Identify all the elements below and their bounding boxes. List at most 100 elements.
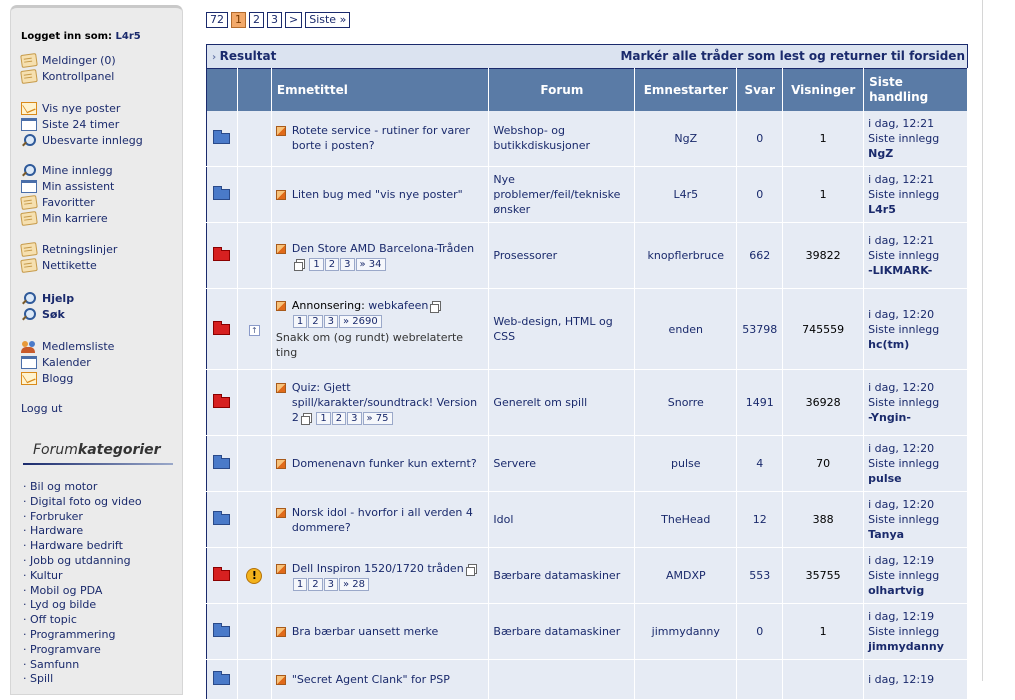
mark-all-read-link[interactable]: Markér alle tråder som lest og returner … [620,49,965,63]
last-post-link[interactable]: Siste innlegg [868,456,963,471]
last-post-link[interactable]: Siste innlegg [868,248,963,263]
last-poster-link[interactable]: pulse [868,471,963,486]
sidebar-link[interactable]: Medlemsliste [21,339,114,354]
col-views-header[interactable]: Visninger [782,68,865,111]
thread-page-link[interactable]: 1 [309,257,324,271]
replies-link[interactable]: 0 [756,625,763,638]
forum-link[interactable]: Bærbare datamaskiner [493,569,620,582]
thread-page-link[interactable]: 1 [292,577,308,591]
starter-link[interactable]: AMDXP [666,569,706,582]
thread-page-link[interactable]: 3 [340,257,355,271]
last-post-link[interactable]: Siste innlegg [868,624,963,639]
category-link[interactable]: Digital foto og video [23,495,142,509]
last-post-link[interactable]: Siste innlegg [868,395,963,410]
starter-link[interactable]: Snorre [668,396,704,409]
sidebar-link[interactable]: Kalender [21,355,91,370]
sidebar-link[interactable]: Meldinger (0) [20,52,116,69]
forum-link[interactable]: Webshop- og butikkdiskusjoner [493,124,590,152]
last-post-link[interactable]: Siste innlegg [868,512,963,527]
forum-link[interactable]: Nye problemer/feil/tekniske ønsker [493,173,620,216]
col-forum-header[interactable]: Forum [488,68,636,111]
replies-link[interactable]: 0 [756,188,763,201]
thread-page-link[interactable]: 1 [316,412,331,425]
last-post-link[interactable]: Siste innlegg [868,187,963,202]
sidebar-link[interactable]: Ubesvarte innlegg [21,133,143,148]
replies-link[interactable]: 0 [756,132,763,145]
category-link[interactable]: Hardware bedrift [23,539,123,553]
category-link[interactable]: Bil og motor [23,480,97,494]
thread-page-link[interactable]: 2 [308,315,323,328]
last-post-link[interactable]: Siste innlegg [868,322,963,337]
username-link[interactable]: L4r5 [115,31,140,42]
sidebar-link[interactable]: Min karriere [20,210,108,227]
next-page-button[interactable]: > [285,12,303,28]
last-poster-link[interactable]: -Yngin- [868,410,963,425]
thread-page-link[interactable]: 3 [323,315,338,328]
category-link[interactable]: Mobil og PDA [23,584,102,598]
col-replies-header[interactable]: Svar [736,68,784,111]
sidebar-link[interactable]: Favoritter [20,194,95,211]
sidebar-link[interactable]: Vis nye poster [21,101,120,116]
thread-title-link[interactable]: Norsk idol - hvorfor i all verden 4 domm… [292,506,473,534]
forum-link[interactable]: Prosessorer [493,249,557,262]
thread-page-link[interactable]: 2 [324,257,340,271]
last-post-link[interactable]: Siste innlegg [868,131,963,146]
last-poster-link[interactable]: NgZ [868,146,963,161]
category-link[interactable]: Hardware [23,524,83,538]
thread-page-link[interactable]: 1 [292,315,308,328]
col-starter-header[interactable]: Emnestarter [634,68,738,111]
logout-link[interactable]: Logg ut [21,401,62,416]
category-link[interactable]: Jobb og utdanning [23,554,131,568]
starter-link[interactable]: knopflerbruce [647,249,724,262]
replies-link[interactable]: 53798 [742,323,777,336]
starter-link[interactable]: enden [669,323,703,336]
sidebar-link[interactable]: Nettikette [20,257,97,274]
forum-link[interactable]: Servere [493,457,536,470]
category-link[interactable]: Lyd og bilde [23,598,96,612]
replies-link[interactable]: 12 [753,513,767,526]
category-link[interactable]: Samfunn [23,658,79,672]
thread-title-link[interactable]: Bra bærbar uansett merke [292,625,438,638]
sidebar-link[interactable]: Siste 24 timer [21,117,119,132]
page-link[interactable]: 3 [267,12,282,28]
starter-link[interactable]: L4r5 [673,188,698,201]
replies-link[interactable]: 1491 [746,396,774,409]
forum-link[interactable]: Web-design, HTML og CSS [493,315,612,343]
starter-link[interactable]: pulse [671,457,701,470]
col-last-header[interactable]: Siste handling [863,68,968,111]
thread-last-page-link[interactable]: » 75 [362,412,393,425]
thread-last-page-link[interactable]: » 28 [339,577,370,591]
thread-title-link[interactable]: Dell Inspiron 1520/1720 tråden [292,562,464,575]
thread-title-link[interactable]: Liten bug med "vis nye poster" [292,188,463,201]
forum-link[interactable]: Generelt om spill [493,396,587,409]
sidebar-link[interactable]: Kontrollpanel [20,68,114,85]
last-poster-link[interactable]: Tanya [868,527,963,542]
last-poster-link[interactable]: -LIKMARK- [868,263,963,278]
thread-title-link[interactable]: Domenenavn funker kun externt? [292,457,477,470]
forum-link[interactable]: Bærbare datamaskiner [493,625,620,638]
thread-page-link[interactable]: 2 [331,412,347,425]
thread-last-page-link[interactable]: » 2690 [339,315,382,328]
starter-link[interactable]: NgZ [674,132,697,145]
replies-link[interactable]: 4 [756,457,763,470]
col-title-header[interactable]: Emnetittel [271,68,490,111]
category-link[interactable]: Kultur [23,569,63,583]
replies-link[interactable]: 662 [749,249,770,262]
sidebar-link[interactable]: Blogg [21,371,73,386]
last-poster-link[interactable]: L4r5 [868,202,963,217]
category-link[interactable]: Off topic [23,613,77,627]
category-link[interactable]: Forbruker [23,510,83,524]
thread-page-link[interactable]: 3 [347,412,362,425]
thread-page-link[interactable]: 2 [308,577,323,591]
category-link[interactable]: Programvare [23,643,101,657]
thread-title-link[interactable]: "Secret Agent Clank" for PSP [292,673,450,686]
sidebar-link[interactable]: Retningslinjer [20,241,117,258]
last-poster-link[interactable]: olhartvig [868,583,963,598]
thread-title-link[interactable]: Rotete service - rutiner for varer borte… [292,124,470,152]
category-link[interactable]: Programmering [23,628,115,642]
page-link[interactable]: 2 [249,12,264,28]
starter-link[interactable]: jimmydanny [652,625,720,638]
last-post-link[interactable]: Siste innlegg [868,568,963,583]
starter-link[interactable]: TheHead [661,513,710,526]
thread-last-page-link[interactable]: » 34 [355,257,386,271]
